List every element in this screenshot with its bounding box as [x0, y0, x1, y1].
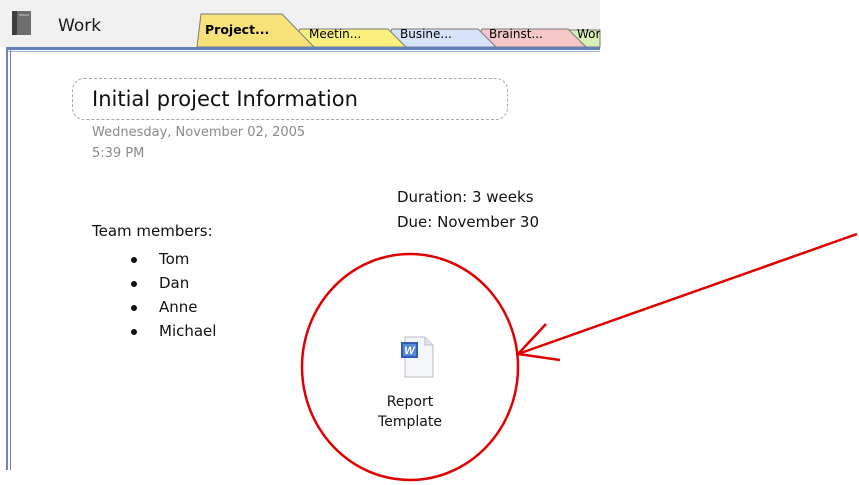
svg-text:W: W	[404, 345, 416, 357]
section-tabs	[196, 13, 601, 48]
list-item[interactable]: Tom	[118, 247, 216, 271]
page-frame-left	[6, 47, 8, 470]
team-member-name: Anne	[159, 298, 198, 316]
attachment-label[interactable]: Report Template	[360, 392, 460, 432]
due-note[interactable]: Due: November 30	[397, 213, 539, 231]
annotation-arrow-head	[515, 323, 561, 362]
tab-brainstorm[interactable]: Brainst...	[489, 27, 543, 41]
team-member-name: Dan	[159, 274, 190, 292]
tab-meeting[interactable]: Meetin...	[309, 27, 361, 41]
page-time: 5:39 PM	[92, 146, 145, 161]
list-item[interactable]: Anne	[118, 295, 216, 319]
attachment-label-line2: Template	[378, 414, 442, 430]
page-title[interactable]: Initial project Information	[92, 87, 358, 111]
bullet-icon	[131, 281, 137, 287]
tab-project[interactable]: Project...	[205, 22, 269, 37]
list-item[interactable]: Dan	[118, 271, 216, 295]
annotation-arrow-shaft	[517, 232, 858, 356]
team-member-name: Michael	[159, 322, 217, 340]
attachment-label-line1: Report	[386, 394, 434, 410]
bullet-icon	[131, 329, 137, 335]
list-item[interactable]: Michael	[118, 319, 216, 343]
tab-work[interactable]: Wor	[577, 27, 600, 41]
team-member-name: Tom	[159, 250, 190, 268]
team-members-label[interactable]: Team members:	[92, 222, 213, 240]
duration-note[interactable]: Duration: 3 weeks	[397, 188, 534, 206]
word-document-icon[interactable]: W	[397, 334, 437, 380]
page-frame-top-inner	[8, 51, 600, 52]
page-date: Wednesday, November 02, 2005	[92, 125, 306, 140]
bullet-icon	[131, 257, 137, 263]
page-frame-left-inner	[10, 47, 11, 470]
page-frame-top	[6, 47, 600, 50]
tab-business[interactable]: Busine...	[400, 27, 452, 41]
bullet-icon	[131, 305, 137, 311]
team-members-list: Tom Dan Anne Michael	[118, 247, 216, 343]
